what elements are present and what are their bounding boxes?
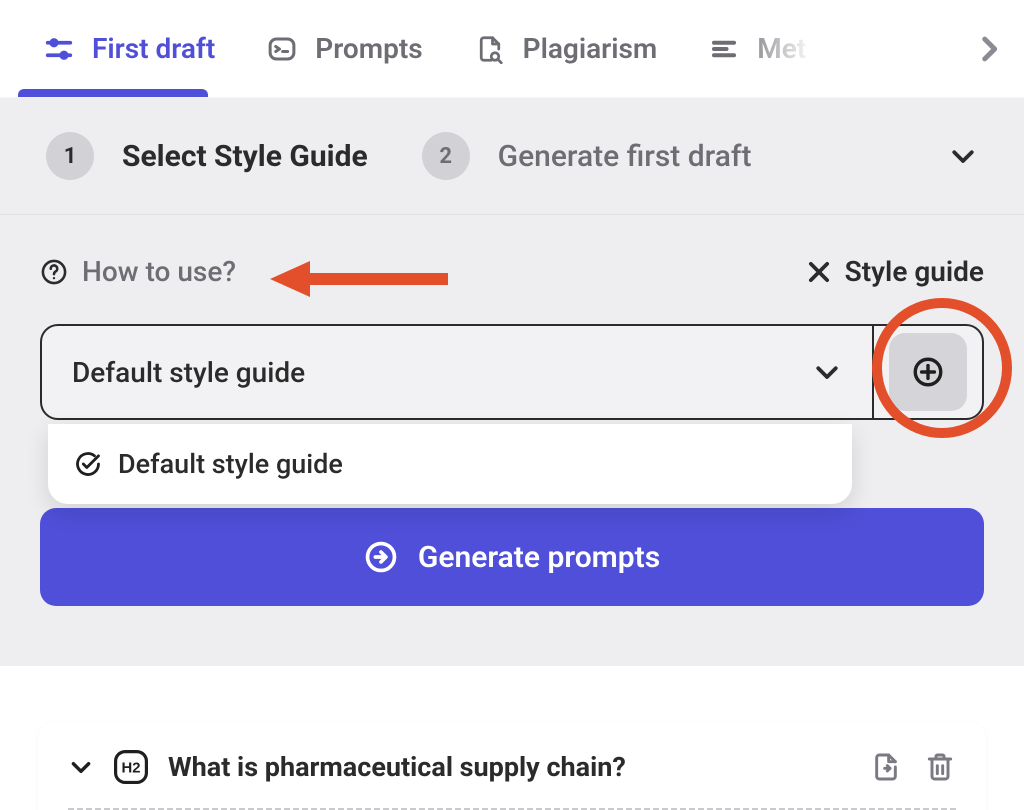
style-guide-panel: How to use? Style guide Default style gu… <box>0 215 1024 666</box>
wizard-stepper: 1 Select Style Guide 2 Generate first dr… <box>0 98 1024 215</box>
style-guide-select: Default style guide <box>40 324 984 420</box>
heading-card-row: H2 What is pharmaceutical supply chain? <box>68 750 956 784</box>
doc-search-icon <box>475 34 505 64</box>
stepper-collapse-toggle[interactable] <box>948 141 978 171</box>
terminal-icon <box>267 34 297 64</box>
help-icon[interactable] <box>40 258 68 286</box>
tab-plagiarism[interactable]: Plagiarism <box>449 0 684 97</box>
move-heading-button[interactable] <box>870 751 902 783</box>
select-value: Default style guide <box>72 356 305 389</box>
plus-circle-icon <box>911 355 945 389</box>
add-style-guide-button[interactable] <box>889 333 967 411</box>
tabs-scroll-right[interactable] <box>972 32 1006 66</box>
style-guide-title: Style guide <box>845 255 984 288</box>
dropdown-option-label: Default style guide <box>118 448 343 480</box>
close-style-guide-button[interactable] <box>805 258 833 286</box>
collapse-heading-toggle[interactable] <box>68 754 94 780</box>
tab-label: First draft <box>92 32 215 65</box>
step-badge-1: 1 <box>46 132 94 180</box>
generate-prompts-label: Generate prompts <box>418 540 660 575</box>
step-label-2: Generate first draft <box>498 139 752 174</box>
heading-card: H2 What is pharmaceutical supply chain? <box>38 722 986 810</box>
style-guide-select-trigger[interactable]: Default style guide <box>42 326 872 418</box>
delete-heading-button[interactable] <box>924 751 956 783</box>
active-tab-indicator <box>18 89 208 97</box>
dropdown-option-default[interactable]: Default style guide <box>74 448 826 480</box>
style-guide-dropdown: Default style guide <box>48 424 852 504</box>
add-style-guide-section <box>872 326 982 418</box>
tab-label: Plagiarism <box>523 32 658 65</box>
generate-prompts-button[interactable]: Generate prompts <box>40 508 984 606</box>
step-badge-2: 2 <box>422 132 470 180</box>
bars-icon <box>709 34 739 64</box>
tab-meta[interactable]: Met <box>683 0 813 97</box>
h2-badge-icon: H2 <box>114 750 148 784</box>
tab-prompts[interactable]: Prompts <box>241 0 448 97</box>
chevron-down-icon <box>812 357 842 387</box>
heading-title: What is pharmaceutical supply chain? <box>168 751 626 783</box>
tab-label: Prompts <box>315 32 422 65</box>
arrow-right-circle-icon <box>364 540 398 574</box>
svg-text:H2: H2 <box>122 760 141 776</box>
sliders-icon <box>44 34 74 64</box>
editor-tabs: First draft Prompts Plagiarism <box>0 0 1024 98</box>
tab-first-draft[interactable]: First draft <box>18 0 241 97</box>
panel-header-row: How to use? Style guide <box>40 255 984 288</box>
check-circle-icon <box>74 450 102 478</box>
step-label-1: Select Style Guide <box>122 139 368 174</box>
how-to-use-link[interactable]: How to use? <box>82 255 236 288</box>
tab-label: Met <box>757 32 806 65</box>
